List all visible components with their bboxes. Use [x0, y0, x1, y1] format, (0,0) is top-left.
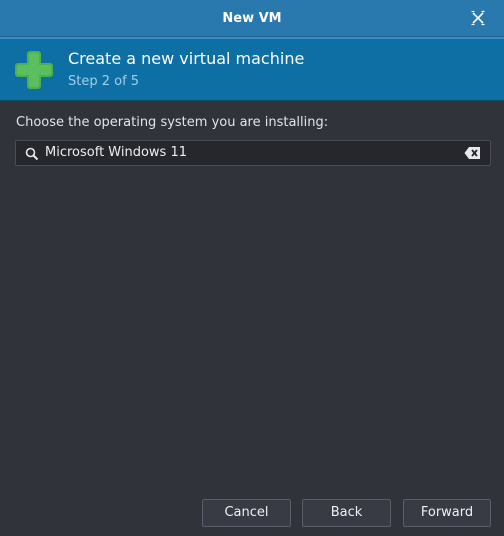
wizard-heading: Create a new virtual machine [68, 49, 305, 68]
close-icon[interactable] [470, 10, 486, 26]
plus-icon [15, 51, 53, 89]
os-prompt-label: Choose the operating system you are inst… [16, 115, 329, 130]
cancel-button[interactable]: Cancel [202, 499, 291, 527]
search-icon [25, 147, 39, 161]
titlebar: New VM [0, 0, 504, 37]
os-search-value: Microsoft Windows 11 [45, 145, 187, 160]
new-vm-window: New VM Create a new virtual machine Step… [0, 0, 504, 536]
os-search-input[interactable]: Microsoft Windows 11 [15, 140, 491, 166]
wizard-header: Create a new virtual machine Step 2 of 5 [0, 37, 504, 101]
window-title: New VM [222, 11, 282, 26]
forward-button[interactable]: Forward [403, 499, 491, 527]
clear-icon[interactable] [464, 146, 481, 160]
back-button[interactable]: Back [302, 499, 391, 527]
wizard-step: Step 2 of 5 [68, 74, 140, 89]
